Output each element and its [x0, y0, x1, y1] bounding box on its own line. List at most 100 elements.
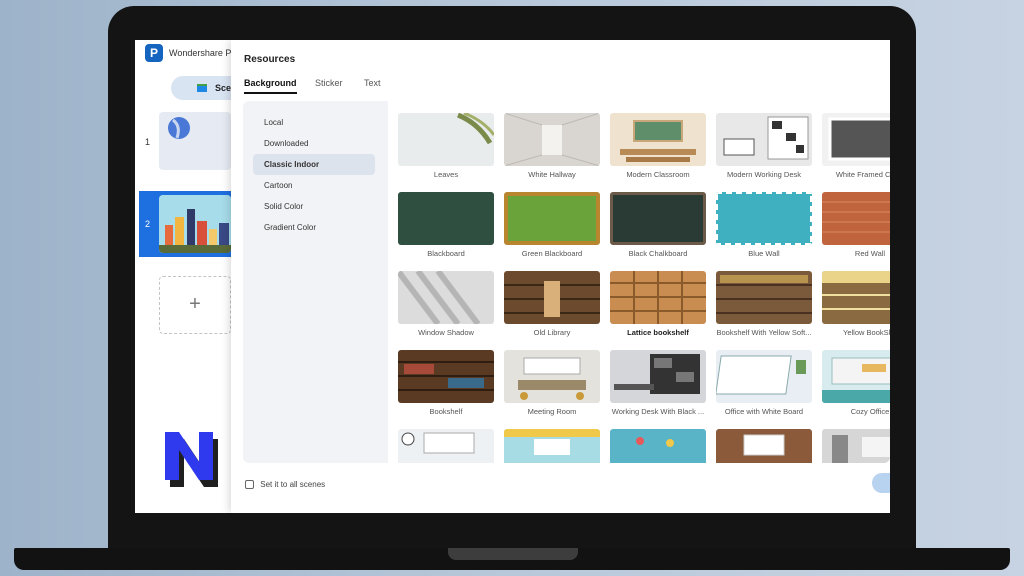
- thumbnail: [822, 192, 890, 245]
- background-tile[interactable]: Cozy Office: [822, 350, 890, 416]
- tile-label: White Hallway: [528, 170, 576, 179]
- scene-number: 2: [145, 219, 151, 229]
- thumbnail: [398, 429, 494, 463]
- thumbnail: [610, 429, 706, 463]
- category-local[interactable]: Local: [253, 112, 375, 133]
- background-tile[interactable]: [398, 429, 494, 463]
- background-tile[interactable]: Meeting Room: [504, 350, 600, 416]
- tile-label: Blue Wall: [748, 249, 780, 258]
- tile-label: Green Blackboard: [521, 249, 583, 258]
- tile-label: Yellow BookShe: [843, 328, 890, 337]
- thumbnail: [610, 192, 706, 245]
- background-tile[interactable]: Lattice bookshelf: [610, 271, 706, 337]
- background-tile[interactable]: Office with White Board: [716, 350, 812, 416]
- thumbnail: [504, 192, 600, 245]
- scene-thumbnail-1[interactable]: [159, 112, 231, 170]
- background-tile[interactable]: Old Library: [504, 271, 600, 337]
- dialog-title: Resources: [244, 54, 296, 65]
- tile-label: Working Desk With Black ...: [611, 407, 705, 416]
- background-tile[interactable]: Yellow BookShe: [822, 271, 890, 337]
- background-tile[interactable]: Leaves: [398, 113, 494, 179]
- thumbnail: [822, 113, 890, 166]
- app-title: Wondershare Pre: [169, 48, 240, 58]
- scene-thumbnail-2[interactable]: [159, 195, 231, 253]
- background-tile[interactable]: Working Desk With Black ...: [610, 350, 706, 416]
- tile-label: Black Chalkboard: [628, 249, 688, 258]
- background-tile[interactable]: [822, 429, 890, 463]
- tab-background[interactable]: Background: [244, 78, 297, 94]
- thumbnail: [504, 271, 600, 324]
- app-screen: P Wondershare Pre Sce 1 2 + Resources Ba…: [135, 40, 890, 513]
- category-solid-color[interactable]: Solid Color: [253, 196, 375, 217]
- background-tile[interactable]: White Framed Chalk: [822, 113, 890, 179]
- app-logo-icon: P: [145, 44, 163, 62]
- background-grid: Leaves White Hallway Modern Classroom Mo…: [388, 101, 890, 463]
- thumbnail: [610, 271, 706, 324]
- thumbnail: [822, 271, 890, 324]
- thumbnail: [398, 113, 494, 166]
- background-tile[interactable]: Red Wall: [822, 192, 890, 258]
- background-tile[interactable]: Black Chalkboard: [610, 192, 706, 258]
- tab-text[interactable]: Text: [364, 78, 381, 92]
- tile-label: Red Wall: [854, 249, 886, 258]
- laptop-notch: [448, 548, 578, 560]
- thumbnail: [504, 113, 600, 166]
- background-tile[interactable]: Modern Working Desk: [716, 113, 812, 179]
- scene-number: 1: [145, 137, 151, 147]
- background-tile[interactable]: White Hallway: [504, 113, 600, 179]
- tile-label: Modern Working Desk: [726, 170, 802, 179]
- thumbnail: [716, 192, 812, 245]
- tile-label: Window Shadow: [418, 328, 474, 337]
- category-gradient-color[interactable]: Gradient Color: [253, 217, 375, 238]
- thumbnail: [716, 429, 812, 463]
- tile-label: Old Library: [533, 328, 571, 337]
- thumbnail: [504, 350, 600, 403]
- background-tile[interactable]: [504, 429, 600, 463]
- background-tile[interactable]: Bookshelf With Yellow Soft...: [716, 271, 812, 337]
- background-tile[interactable]: Window Shadow: [398, 271, 494, 337]
- tile-label: Bookshelf: [429, 407, 463, 416]
- thumbnail: [822, 350, 890, 403]
- scenes-icon: [197, 84, 207, 92]
- tile-label: Leaves: [433, 170, 459, 179]
- category-classic-indoor[interactable]: Classic Indoor: [253, 154, 375, 175]
- thumbnail: [610, 113, 706, 166]
- apply-button[interactable]: [872, 473, 890, 493]
- scene-1-art: [168, 117, 190, 139]
- background-tile[interactable]: Blackboard: [398, 192, 494, 258]
- scenes-panel: P Wondershare Pre Sce 1 2 +: [135, 40, 251, 513]
- thumbnail: [610, 350, 706, 403]
- tile-label: Office with White Board: [724, 407, 804, 416]
- thumbnail: [716, 350, 812, 403]
- category-downloaded[interactable]: Downloaded: [253, 133, 375, 154]
- background-tile[interactable]: Bookshelf: [398, 350, 494, 416]
- scenes-tab-label: Sce: [215, 83, 232, 93]
- tile-label: White Framed Chalk: [835, 170, 890, 179]
- background-tile[interactable]: Blue Wall: [716, 192, 812, 258]
- resources-dialog: Resources Background Sticker Text Local …: [231, 40, 890, 513]
- brand-logo: [165, 432, 218, 487]
- footer-option[interactable]: Set it to all scenes: [245, 480, 326, 490]
- thumbnail: [822, 429, 890, 463]
- thumbnail: [716, 271, 812, 324]
- background-tile[interactable]: Green Blackboard: [504, 192, 600, 258]
- tile-label: Lattice bookshelf: [627, 328, 689, 337]
- background-tile[interactable]: [716, 429, 812, 463]
- set-all-scenes-label: Set it to all scenes: [260, 480, 326, 489]
- tile-label: Blackboard: [427, 249, 465, 258]
- add-scene-button[interactable]: +: [159, 276, 231, 334]
- tile-label: Meeting Room: [527, 407, 577, 416]
- thumbnail: [398, 350, 494, 403]
- city-scene-art: [159, 195, 231, 253]
- set-all-scenes-checkbox[interactable]: [245, 480, 254, 490]
- background-tile[interactable]: [610, 429, 706, 463]
- thumbnail: [398, 271, 494, 324]
- tile-label: Bookshelf With Yellow Soft...: [716, 328, 812, 337]
- thumbnail: [398, 192, 494, 245]
- resource-content: Local Downloaded Classic Indoor Cartoon …: [243, 101, 890, 463]
- thumbnail: [504, 429, 600, 463]
- category-cartoon[interactable]: Cartoon: [253, 175, 375, 196]
- background-tile[interactable]: Modern Classroom: [610, 113, 706, 179]
- tab-sticker[interactable]: Sticker: [315, 78, 343, 92]
- thumbnail: [716, 113, 812, 166]
